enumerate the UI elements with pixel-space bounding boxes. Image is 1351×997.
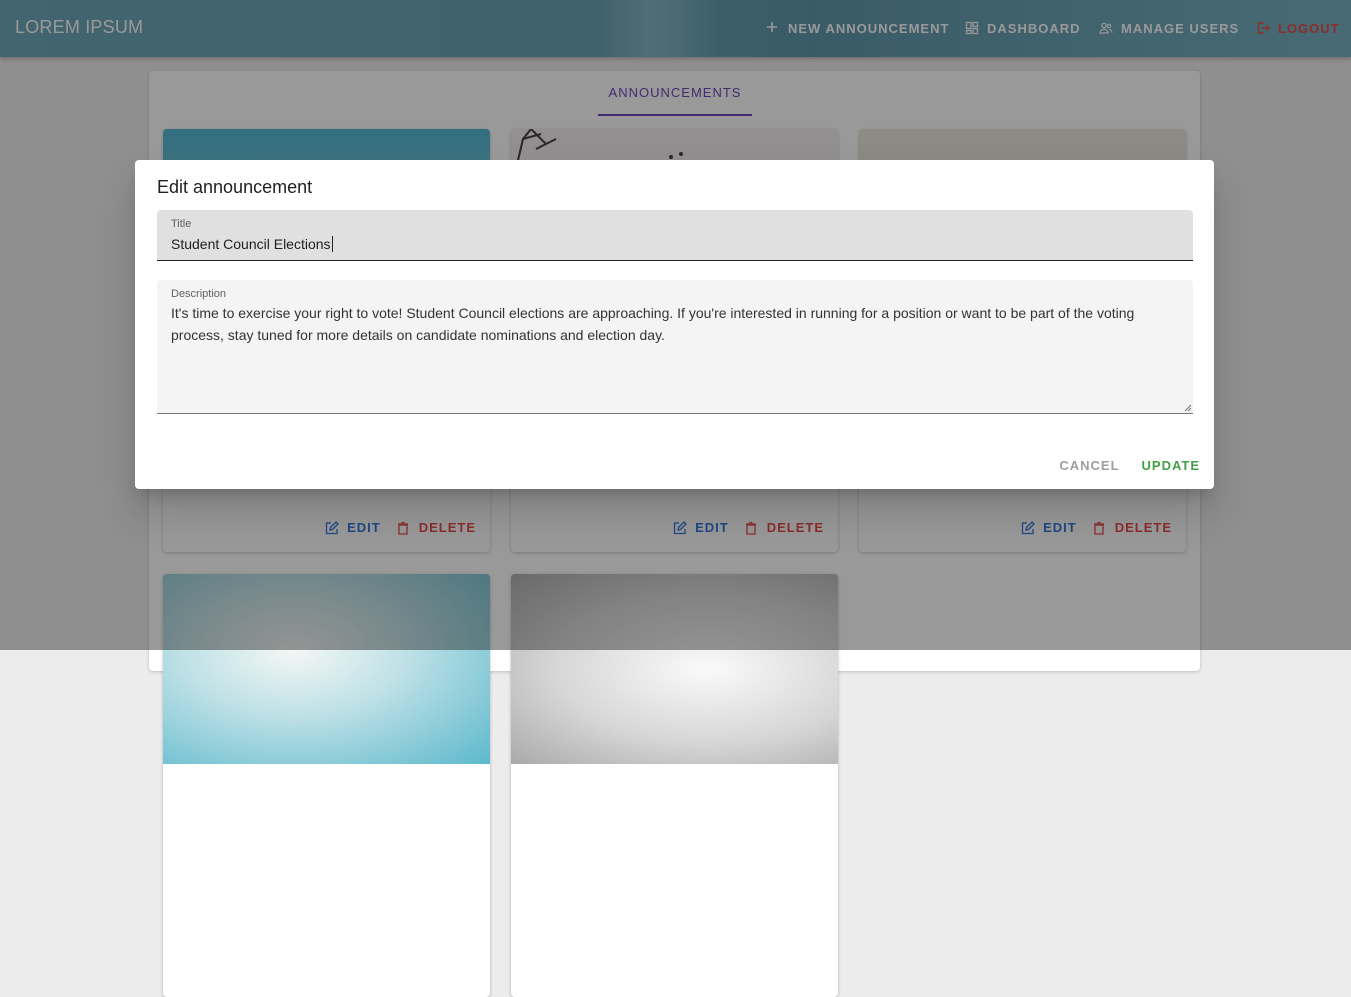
title-input-value: Student Council Elections — [171, 236, 331, 252]
description-field[interactable]: Description It's time to exercise your r… — [157, 280, 1193, 414]
dialog-title: Edit announcement — [157, 177, 313, 197]
cancel-button[interactable]: CANCEL — [1059, 458, 1119, 473]
description-textarea[interactable]: It's time to exercise your right to vote… — [171, 302, 1171, 346]
update-button[interactable]: UPDATE — [1142, 458, 1200, 473]
description-field-label: Description — [171, 288, 227, 300]
title-field-label: Title — [171, 218, 192, 230]
text-caret — [331, 236, 333, 252]
title-input[interactable]: Student Council Elections — [171, 236, 333, 252]
resize-handle-icon[interactable] — [1184, 404, 1192, 412]
title-field[interactable]: Title Student Council Elections — [157, 210, 1193, 261]
edit-announcement-dialog: Edit announcement Title Student Council … — [135, 160, 1214, 489]
